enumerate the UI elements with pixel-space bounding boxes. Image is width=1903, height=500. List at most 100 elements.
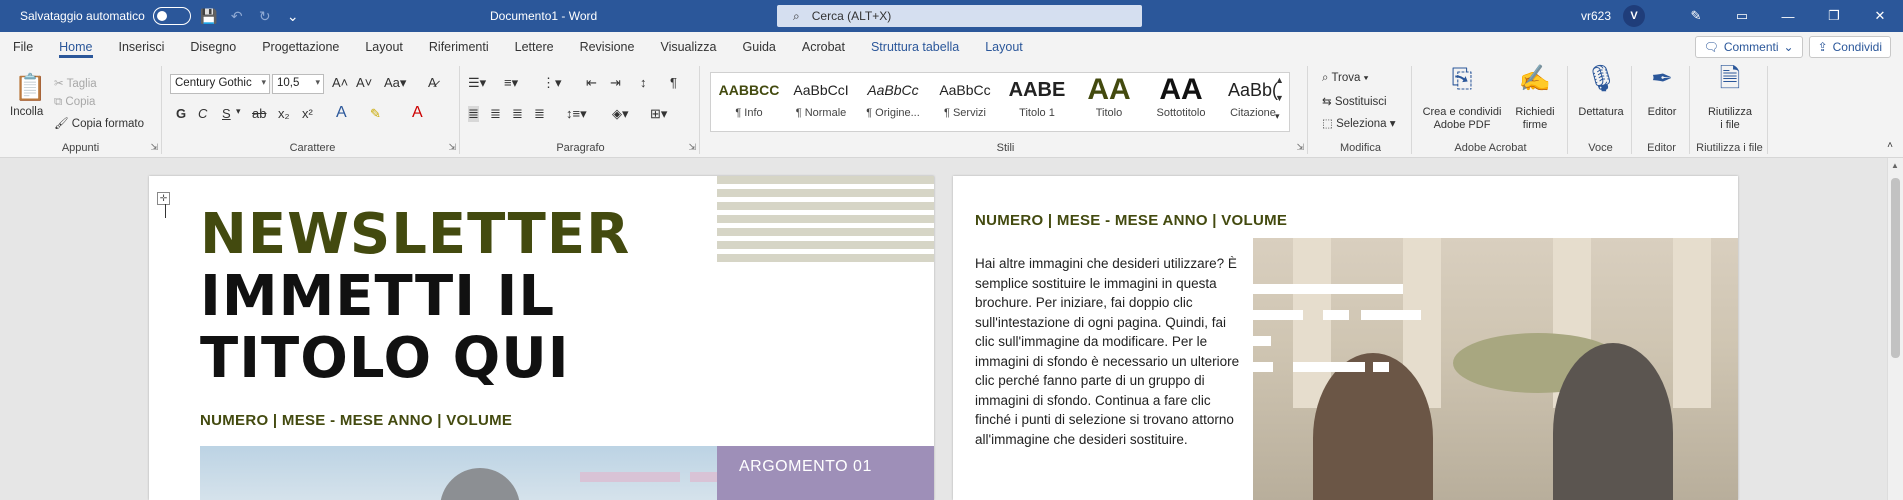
grow-font-icon[interactable]: A˄ xyxy=(332,75,348,90)
dialog-launcher-icon[interactable]: ⇲ xyxy=(1296,142,1304,153)
underline-dropdown-icon[interactable]: ▾ xyxy=(236,106,241,117)
topic-box[interactable]: ARGOMENTO 01 xyxy=(717,446,934,500)
cover-photo[interactable] xyxy=(200,446,720,500)
page-1[interactable]: ✛ NEWSLETTER IMMETTI IL TITOLO QUI NUMER… xyxy=(149,176,934,500)
bold-icon[interactable]: G xyxy=(176,106,186,121)
create-pdf-button[interactable]: ⎘ Crea e condividi Adobe PDF xyxy=(1422,65,1502,132)
tab-review[interactable]: Revisione xyxy=(567,32,648,62)
comments-button[interactable]: 🗨 Commenti ⌄ xyxy=(1694,36,1803,58)
decrease-indent-icon[interactable]: ⇤ xyxy=(586,75,597,91)
cut-button[interactable]: ✂ Taglia xyxy=(54,76,97,90)
tab-help[interactable]: Guida xyxy=(730,32,789,62)
align-left-icon[interactable]: ≣ xyxy=(468,106,479,122)
shading-icon[interactable]: ◈▾ xyxy=(612,106,629,122)
group-reuse: 🗎 Riutilizza i file Riutilizza i file xyxy=(1692,65,1768,154)
format-painter-button[interactable]: 🖌 Copia formato xyxy=(54,116,144,130)
undo-icon[interactable]: ↶ xyxy=(227,6,247,26)
style-subtitle[interactable]: AA Sottotitolo xyxy=(1145,73,1217,131)
style-origin[interactable]: AaBbCc ¶ Origine... xyxy=(857,73,929,131)
strikethrough-icon[interactable]: ab xyxy=(252,106,266,121)
dialog-launcher-icon[interactable]: ⇲ xyxy=(448,142,456,153)
issue-line[interactable]: NUMERO | MESE - MESE ANNO | VOLUME xyxy=(200,412,512,429)
gallery-down-icon[interactable]: ▼ xyxy=(1275,93,1284,103)
underline-icon[interactable]: S xyxy=(222,106,231,121)
couple-photo[interactable] xyxy=(1253,238,1738,500)
request-signatures-button[interactable]: ✍ Richiedi firme xyxy=(1508,65,1562,132)
newsletter-title[interactable]: NEWSLETTER IMMETTI IL TITOLO QUI xyxy=(200,204,630,390)
style-info[interactable]: AABBCC ¶ Info xyxy=(713,73,785,131)
editor-button[interactable]: ✒ Editor xyxy=(1638,65,1686,119)
find-button[interactable]: ⌕ Trova ▾ xyxy=(1322,72,1368,85)
tab-home[interactable]: Home xyxy=(46,32,105,62)
align-right-icon[interactable]: ≣ xyxy=(512,106,523,122)
tab-design[interactable]: Progettazione xyxy=(249,32,352,62)
font-family-select[interactable]: Century Gothic xyxy=(170,74,270,94)
font-color-icon[interactable]: A xyxy=(412,104,423,122)
change-case-icon[interactable]: Aa▾ xyxy=(384,75,406,91)
justify-icon[interactable]: ≣ xyxy=(534,106,545,122)
collapse-ribbon-icon[interactable]: ˄ xyxy=(1887,140,1893,151)
autosave-toggle[interactable] xyxy=(152,7,191,25)
subscript-icon[interactable]: x₂ xyxy=(278,106,290,121)
body-paragraph[interactable]: Hai altre immagini che desideri utilizza… xyxy=(975,254,1240,449)
sort-icon[interactable]: ↕ xyxy=(640,75,647,90)
style-normal[interactable]: AaBbCcI ¶ Normale xyxy=(785,73,857,131)
save-icon[interactable]: 💾 xyxy=(199,6,219,26)
tab-table-design[interactable]: Struttura tabella xyxy=(858,32,972,62)
scroll-thumb[interactable] xyxy=(1891,178,1900,358)
paste-button[interactable]: Incolla xyxy=(10,106,43,118)
tab-draw[interactable]: Disegno xyxy=(177,32,249,62)
show-marks-icon[interactable]: ¶ xyxy=(670,75,677,90)
tab-file[interactable]: File xyxy=(0,32,46,62)
issue-line[interactable]: NUMERO | MESE - MESE ANNO | VOLUME xyxy=(975,212,1287,229)
tab-view[interactable]: Visualizza xyxy=(647,32,729,62)
tab-insert[interactable]: Inserisci xyxy=(106,32,178,62)
minimize-button[interactable]: — xyxy=(1765,0,1811,32)
copy-button[interactable]: ⧉ Copia xyxy=(54,96,95,109)
select-button[interactable]: ⬚ Seleziona ▾ xyxy=(1322,116,1396,130)
line-spacing-icon[interactable]: ↕≡▾ xyxy=(566,106,587,122)
share-button[interactable]: ⇪ Condividi xyxy=(1808,36,1891,58)
redo-icon[interactable]: ↻ xyxy=(255,6,275,26)
style-heading-1[interactable]: AABE Titolo 1 xyxy=(1001,73,1073,131)
restore-button[interactable]: ❐ xyxy=(1811,0,1857,32)
bullets-icon[interactable]: ☰▾ xyxy=(468,75,486,91)
dictate-button[interactable]: 🎙 Dettatura xyxy=(1574,65,1628,119)
clear-format-icon[interactable]: A̷ xyxy=(428,75,437,90)
avatar[interactable]: V xyxy=(1623,5,1645,27)
paste-icon[interactable]: 📋 xyxy=(14,72,46,103)
italic-icon[interactable]: C xyxy=(198,106,207,121)
dialog-launcher-icon[interactable]: ⇲ xyxy=(150,142,158,153)
table-move-handle-icon[interactable]: ✛ xyxy=(157,192,170,205)
gallery-more-icon[interactable]: ▾ xyxy=(1275,111,1280,122)
text-effects-icon[interactable]: A xyxy=(336,104,347,122)
tab-layout[interactable]: Layout xyxy=(352,32,416,62)
style-services[interactable]: AaBbCc ¶ Servizi xyxy=(929,73,1001,131)
tab-table-layout[interactable]: Layout xyxy=(972,32,1036,62)
close-button[interactable]: ✕ xyxy=(1857,0,1903,32)
page-2[interactable]: NUMERO | MESE - MESE ANNO | VOLUME Hai a… xyxy=(953,176,1738,500)
highlight-icon[interactable]: ✎ xyxy=(370,106,381,122)
tab-mailings[interactable]: Lettere xyxy=(502,32,567,62)
dialog-launcher-icon[interactable]: ⇲ xyxy=(688,142,696,153)
vertical-scrollbar[interactable]: ▲ xyxy=(1887,158,1903,500)
superscript-icon[interactable]: x² xyxy=(302,106,313,121)
increase-indent-icon[interactable]: ⇥ xyxy=(610,75,621,91)
ribbon-display-icon[interactable]: ▭ xyxy=(1719,0,1765,32)
pen-icon[interactable]: ✎ xyxy=(1673,0,1719,32)
shrink-font-icon[interactable]: A˅ xyxy=(356,75,372,90)
gallery-up-icon[interactable]: ▲ xyxy=(1275,75,1284,85)
font-size-select[interactable]: 10,5 xyxy=(272,74,324,94)
scroll-up-icon[interactable]: ▲ xyxy=(1891,161,1899,170)
borders-icon[interactable]: ⊞▾ xyxy=(650,106,667,122)
align-center-icon[interactable]: ≣ xyxy=(490,106,501,122)
style-title[interactable]: AA Titolo xyxy=(1073,73,1145,131)
replace-button[interactable]: ⇆ Sostituisci xyxy=(1322,94,1387,108)
tab-acrobat[interactable]: Acrobat xyxy=(789,32,858,62)
customize-toolbar-icon[interactable]: ⌄ xyxy=(283,6,303,26)
tab-references[interactable]: Riferimenti xyxy=(416,32,502,62)
search-box[interactable]: ⌕ Cerca (ALT+X) xyxy=(777,5,1142,27)
numbering-icon[interactable]: ≡▾ xyxy=(504,75,518,91)
reuse-files-button[interactable]: 🗎 Riutilizza i file xyxy=(1700,65,1760,132)
multilevel-list-icon[interactable]: ⋮▾ xyxy=(542,75,562,91)
